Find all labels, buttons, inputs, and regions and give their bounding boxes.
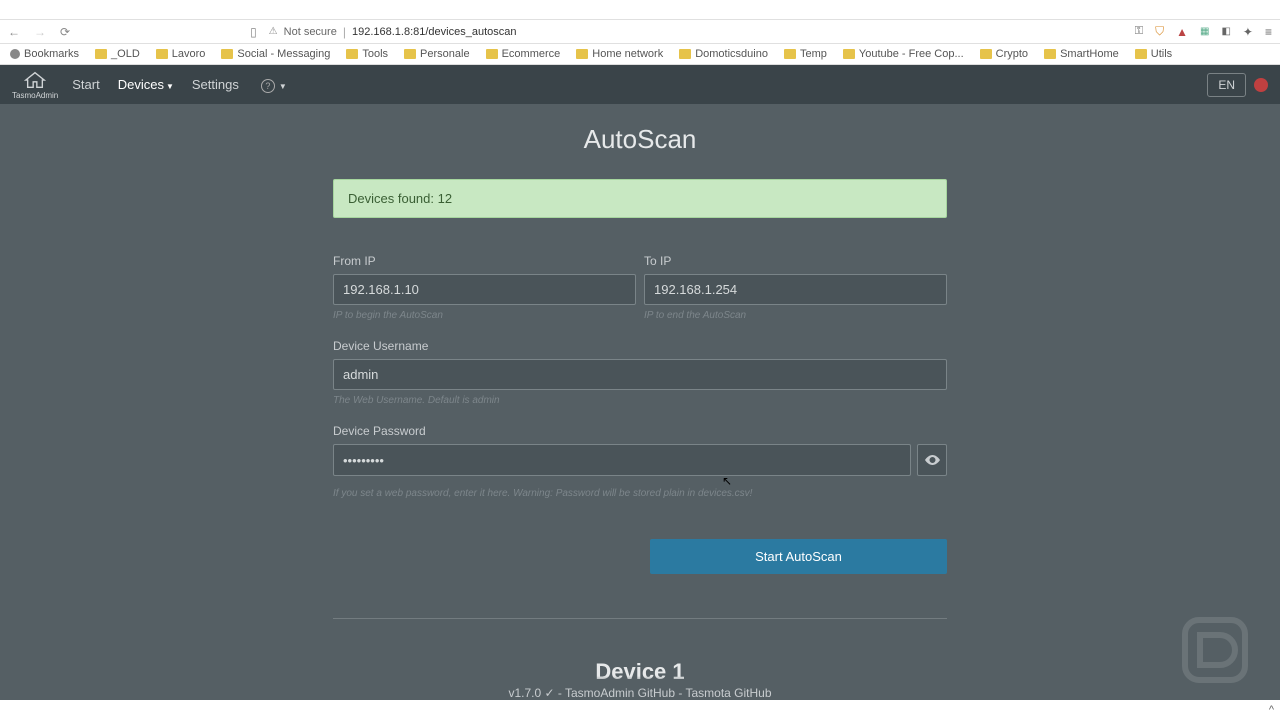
reload-icon[interactable]: ⟳ bbox=[60, 25, 70, 39]
username-help: The Web Username. Default is admin bbox=[333, 395, 947, 406]
shield-icon[interactable]: ⛉ bbox=[1155, 24, 1164, 39]
extensions-icon[interactable]: ✦ bbox=[1243, 25, 1253, 39]
password-help: If you set a web password, enter it here… bbox=[333, 488, 947, 499]
version-text: v1.7.0 ✓ bbox=[508, 686, 554, 700]
bookmark-page-icon[interactable]: ▯ bbox=[250, 25, 257, 39]
bookmark-item[interactable]: Bookmarks bbox=[10, 48, 79, 60]
main-content: AutoScan Devices found: 12 From IP IP to… bbox=[0, 104, 1280, 720]
language-button[interactable]: EN bbox=[1207, 73, 1246, 97]
to-ip-help: IP to end the AutoScan bbox=[644, 310, 947, 321]
bookmark-item[interactable]: Personale bbox=[404, 48, 470, 60]
success-alert: Devices found: 12 bbox=[333, 179, 947, 218]
start-autoscan-button[interactable]: Start AutoScan bbox=[650, 539, 947, 574]
password-label: Device Password bbox=[333, 424, 947, 438]
extension-icon-2[interactable]: ▦ bbox=[1200, 26, 1209, 37]
footer: v1.7.0 ✓ - TasmoAdmin GitHub - Tasmota G… bbox=[0, 676, 1280, 700]
extension-icon-3[interactable]: ◧ bbox=[1221, 26, 1230, 37]
key-icon[interactable]: ⚿ bbox=[1135, 25, 1143, 38]
nav-devices[interactable]: Devices▼ bbox=[118, 77, 174, 92]
app-navbar: TasmoAdmin Start Devices▼ Settings ? ▼ EN bbox=[0, 65, 1280, 104]
address-bar-url[interactable]: 192.168.1.8:81/devices_autoscan bbox=[352, 26, 517, 38]
app-logo[interactable]: TasmoAdmin bbox=[12, 70, 58, 100]
bookmark-item[interactable]: Crypto bbox=[980, 48, 1028, 60]
security-status[interactable]: Not secure bbox=[284, 26, 337, 38]
section-divider bbox=[333, 618, 947, 619]
browser-toolbar: ← → ⟳ ▯ ⚠ Not secure | 192.168.1.8:81/de… bbox=[0, 20, 1280, 44]
eye-icon bbox=[925, 455, 940, 465]
back-icon[interactable]: ← bbox=[8, 25, 20, 39]
password-input[interactable] bbox=[333, 444, 911, 476]
os-taskbar: ^ bbox=[0, 700, 1280, 720]
bookmarks-bar: Bookmarks _OLD Lavoro Social - Messaging… bbox=[0, 44, 1280, 65]
to-ip-input[interactable] bbox=[644, 274, 947, 305]
username-label: Device Username bbox=[333, 339, 947, 353]
bookmark-item[interactable]: Utils bbox=[1135, 48, 1172, 60]
browser-menu-icon[interactable]: ≡ bbox=[1265, 25, 1272, 39]
bookmark-item[interactable]: Ecommerce bbox=[486, 48, 561, 60]
tasmota-github-link[interactable]: Tasmota GitHub bbox=[686, 686, 772, 700]
bookmark-item[interactable]: Home network bbox=[576, 48, 663, 60]
taskbar-up-icon[interactable]: ^ bbox=[1269, 704, 1274, 716]
from-ip-input[interactable] bbox=[333, 274, 636, 305]
toggle-password-visibility[interactable] bbox=[917, 444, 947, 476]
chevron-down-icon: ▼ bbox=[279, 82, 287, 91]
page-title: AutoScan bbox=[0, 104, 1280, 179]
to-ip-label: To IP bbox=[644, 254, 947, 268]
from-ip-help: IP to begin the AutoScan bbox=[333, 310, 636, 321]
extension-icon-1[interactable]: ▲ bbox=[1176, 25, 1188, 39]
security-warning-icon[interactable]: ⚠ bbox=[269, 26, 278, 37]
help-icon[interactable]: ? bbox=[261, 79, 275, 93]
username-input[interactable] bbox=[333, 359, 947, 390]
bookmark-item[interactable]: SmartHome bbox=[1044, 48, 1119, 60]
bookmark-item[interactable]: Lavoro bbox=[156, 48, 206, 60]
browser-tab-strip bbox=[0, 0, 1280, 20]
bookmark-item[interactable]: _OLD bbox=[95, 48, 140, 60]
bookmark-item[interactable]: Temp bbox=[784, 48, 827, 60]
nav-settings[interactable]: Settings bbox=[192, 77, 239, 92]
chevron-down-icon: ▼ bbox=[166, 82, 174, 91]
from-ip-label: From IP bbox=[333, 254, 636, 268]
tasmoadmin-github-link[interactable]: TasmoAdmin GitHub bbox=[565, 686, 675, 700]
app-brand-text: TasmoAdmin bbox=[12, 91, 58, 100]
bookmark-item[interactable]: Tools bbox=[346, 48, 388, 60]
bookmark-item[interactable]: Domoticsduino bbox=[679, 48, 768, 60]
forward-icon: → bbox=[34, 25, 46, 39]
status-indicator[interactable] bbox=[1254, 78, 1268, 92]
bookmark-item[interactable]: Youtube - Free Cop... bbox=[843, 48, 964, 60]
bookmark-item[interactable]: Social - Messaging bbox=[221, 48, 330, 60]
nav-start[interactable]: Start bbox=[72, 77, 99, 92]
